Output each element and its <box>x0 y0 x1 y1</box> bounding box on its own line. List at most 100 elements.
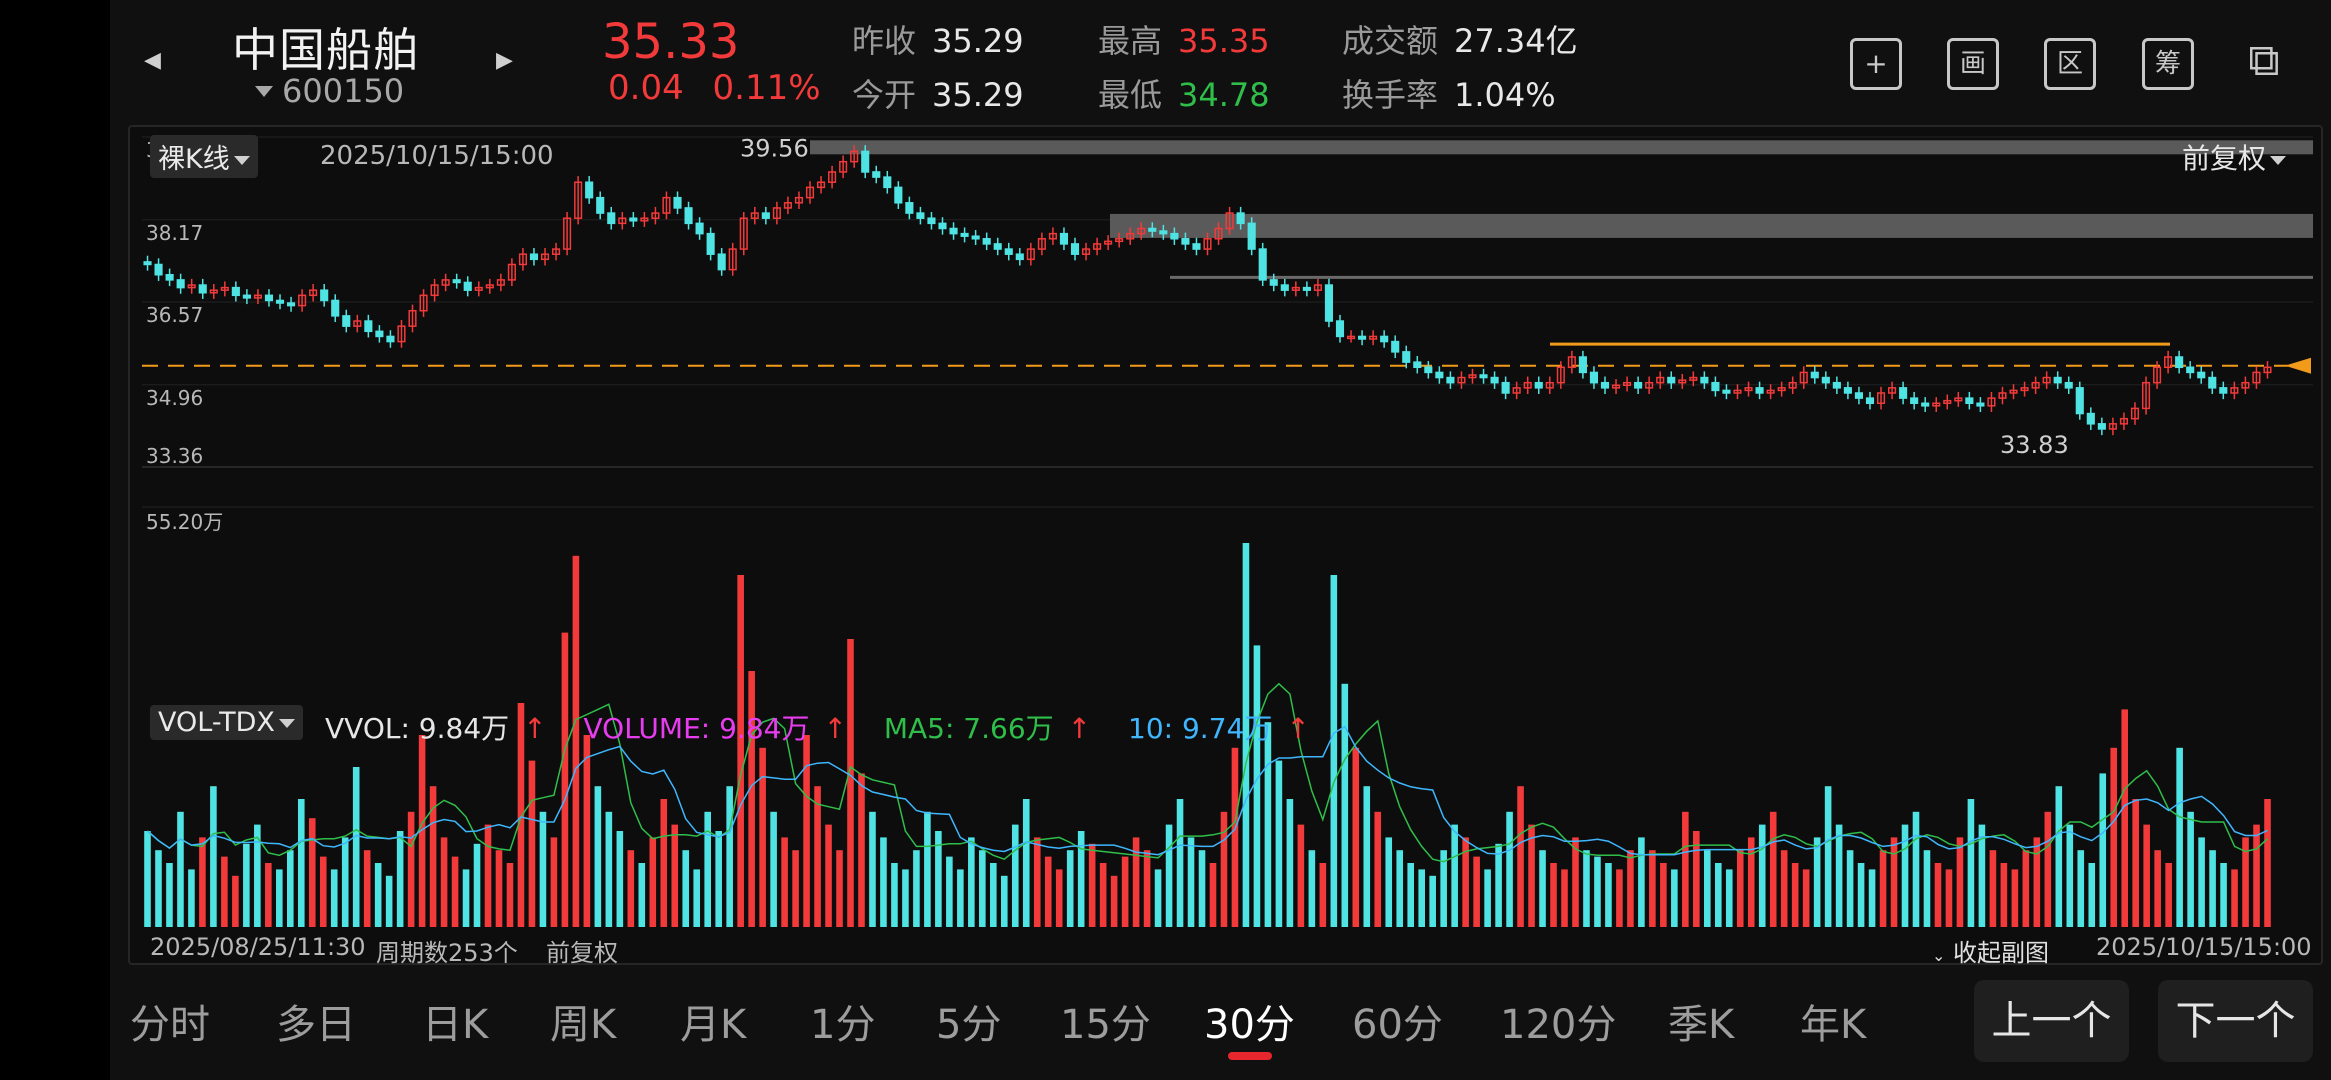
volume-bar <box>232 875 239 927</box>
volume-bar <box>352 767 360 927</box>
volume-bar <box>2154 850 2161 927</box>
candle-body <box>971 235 980 240</box>
volume-bar <box>902 869 909 927</box>
volume-bar <box>462 869 470 927</box>
volume-bar <box>1429 875 1436 927</box>
candle-body <box>861 150 870 173</box>
volume-bar <box>276 869 283 927</box>
volume-bar <box>1044 856 1052 927</box>
plus-icon[interactable]: + <box>1850 38 1902 90</box>
volume-bar <box>693 869 701 927</box>
stock-code[interactable]: 600150 <box>282 72 404 110</box>
tab-30min[interactable]: 30分 <box>1204 992 1295 1050</box>
volume-bar <box>990 863 997 927</box>
turnover-rate: 换手率 1.04% <box>1342 70 1556 116</box>
volume-bar <box>1923 850 1931 927</box>
tab-120min[interactable]: 120分 <box>1500 992 1616 1050</box>
indicator-dropdown[interactable]: VOL-TDX <box>150 705 303 740</box>
prev-stock-arrow-icon[interactable]: ◀ <box>144 48 161 73</box>
volume-bar <box>2044 811 2052 927</box>
candle-body <box>596 196 605 214</box>
volume-bar <box>1451 824 1458 927</box>
volume-bar <box>1385 837 1393 927</box>
volume-bar <box>858 773 865 927</box>
chart-panel[interactable]: 39.7838.1736.5734.9633.3639.5633.8355.20… <box>128 125 2323 968</box>
adjust-dropdown[interactable]: 前复权 <box>2182 137 2287 177</box>
prev-button[interactable]: 上一个 <box>1974 980 2129 1062</box>
candle-body <box>905 202 914 214</box>
draw-icon[interactable]: 画 <box>1947 38 1999 90</box>
tab-monthly[interactable]: 月K <box>680 992 746 1050</box>
volume-bar <box>484 824 492 927</box>
candle-body <box>286 302 296 307</box>
volume-bar <box>451 856 459 927</box>
open-value: 35.29 <box>932 76 1024 114</box>
next-button[interactable]: 下一个 <box>2158 980 2313 1062</box>
volume-bar <box>616 831 624 927</box>
range-icon[interactable]: 区 <box>2044 38 2096 90</box>
candle-body <box>375 330 384 338</box>
volume-bar <box>1363 786 1371 927</box>
candle-body <box>320 289 329 302</box>
low-price: 最低 34.78 <box>1098 70 1270 116</box>
y-tick-label: 36.57 <box>146 303 203 327</box>
volume-bar <box>1671 869 1678 927</box>
tab-intraday[interactable]: 分时 <box>130 992 210 1050</box>
candle-body <box>1335 320 1345 338</box>
dropdown-caret-icon <box>2270 156 2287 165</box>
candle-body <box>1667 376 1676 384</box>
tab-5min[interactable]: 5分 <box>936 992 1001 1050</box>
landscape-switch-icon[interactable]: ⧉ <box>2238 38 2290 90</box>
volume-bar <box>188 869 195 927</box>
next-stock-arrow-icon[interactable]: ▶ <box>496 48 513 73</box>
price-marker-icon <box>2285 357 2311 374</box>
volume-bar <box>638 863 646 927</box>
volume-bar <box>1704 850 1711 927</box>
y-tick-label: 38.17 <box>146 221 203 245</box>
tab-1min[interactable]: 1分 <box>810 992 875 1050</box>
volume-bar <box>308 818 316 927</box>
candle-body <box>463 281 472 291</box>
volume-bar <box>957 869 964 927</box>
candle-body <box>706 232 715 255</box>
volume-bar <box>1011 824 1019 927</box>
volume-bar <box>1572 837 1579 927</box>
volume-bar <box>1066 850 1074 927</box>
volume-bar <box>979 850 986 927</box>
volume-bar <box>1176 799 1184 927</box>
tab-multi-day[interactable]: 多日 <box>276 992 356 1050</box>
volume-bar <box>1550 863 1557 927</box>
volume-bar <box>1583 850 1590 927</box>
code-dropdown-icon[interactable] <box>255 86 273 97</box>
candle-body <box>1070 243 1080 255</box>
chips-icon[interactable]: 筹 <box>2142 38 2194 90</box>
tab-quarterly[interactable]: 季K <box>1668 992 1734 1050</box>
tab-60min[interactable]: 60分 <box>1352 992 1443 1050</box>
kline-chart[interactable]: 39.7838.1736.5734.9633.3639.5633.8355.20… <box>130 127 2321 963</box>
vvol-value: VVOL: 9.84万 <box>325 712 510 745</box>
volume-bar <box>144 831 151 927</box>
tab-15min[interactable]: 15分 <box>1060 992 1151 1050</box>
kline-mode-dropdown[interactable]: 裸K线 <box>150 135 258 178</box>
dropdown-caret-icon <box>278 719 295 728</box>
collapse-subchart-button[interactable]: ⌄ 收起副图 <box>1932 933 2049 968</box>
volume-bar <box>210 786 217 927</box>
tab-daily[interactable]: 日K <box>422 992 488 1050</box>
volume-bar <box>2077 850 2085 927</box>
volume-bar <box>1528 824 1535 927</box>
tab-weekly[interactable]: 周K <box>550 992 616 1050</box>
volume-bar <box>1967 799 1975 927</box>
candle-body <box>960 232 969 237</box>
volume-bar <box>2022 850 2030 927</box>
candle-body <box>1192 243 1201 250</box>
tab-yearly[interactable]: 年K <box>1800 992 1866 1050</box>
candle-body <box>1534 381 1543 389</box>
candle-body <box>275 299 285 304</box>
volume-bar <box>627 850 635 927</box>
volume-bar <box>2011 869 2019 927</box>
volume-bar <box>924 811 931 927</box>
high-price: 最高 35.35 <box>1098 16 1270 62</box>
prev-close: 昨收 35.29 <box>852 16 1024 62</box>
candle-body <box>1722 389 1731 394</box>
volume-bar <box>1638 837 1645 927</box>
